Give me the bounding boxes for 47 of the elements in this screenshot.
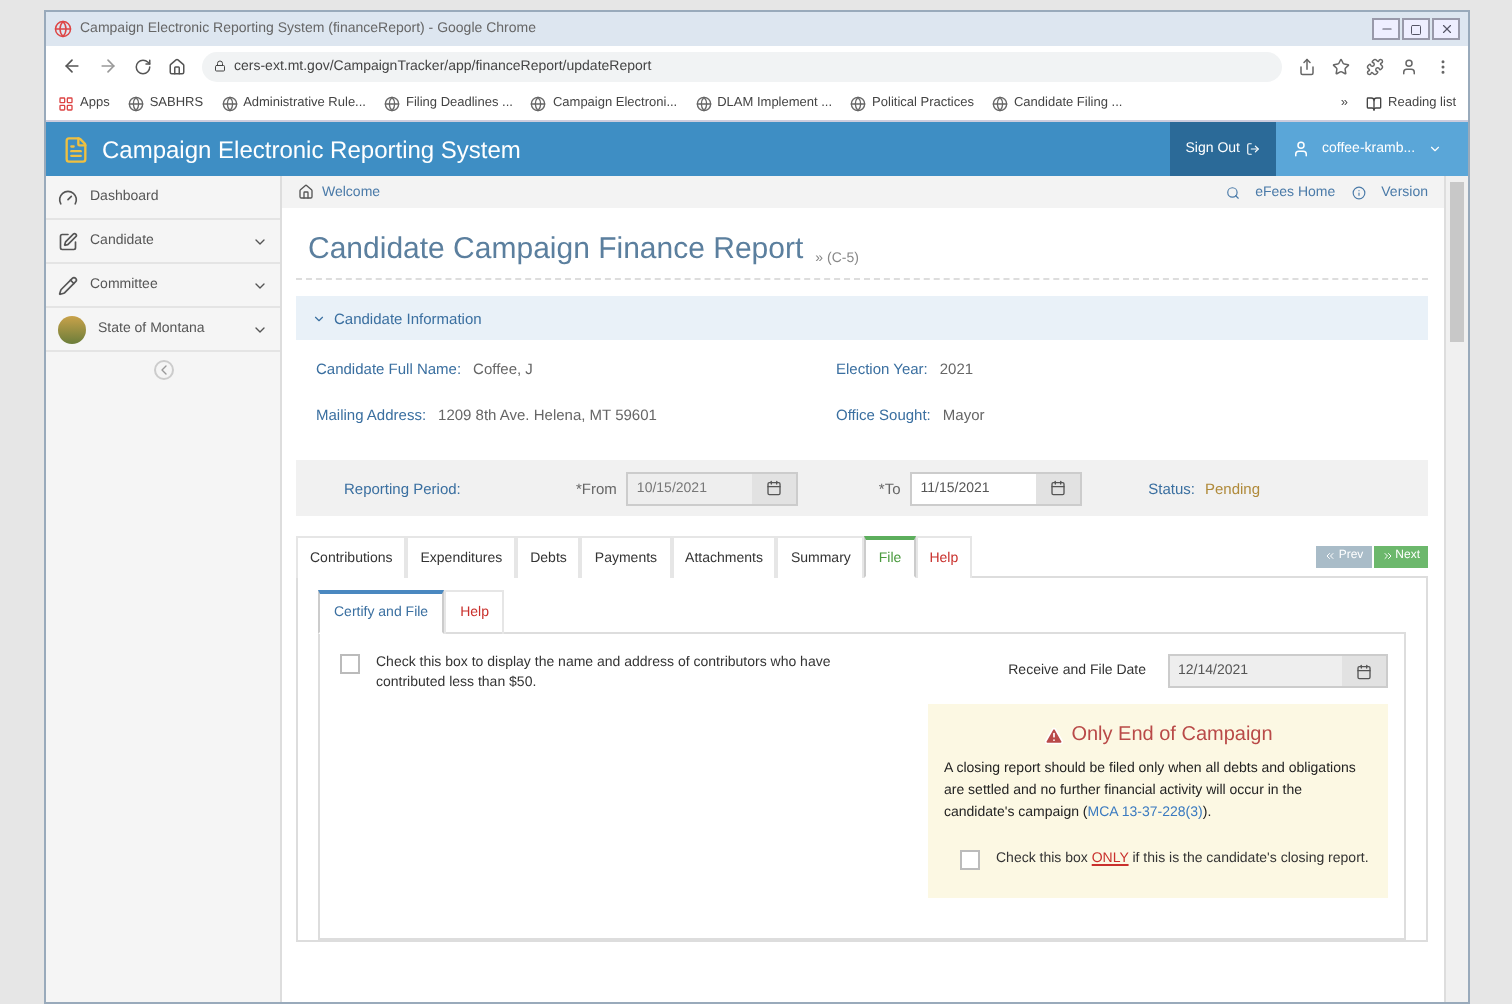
info-icon xyxy=(1351,185,1366,199)
bookmark-star-icon[interactable] xyxy=(1332,57,1350,75)
app-name: Campaign Electronic Reporting System xyxy=(102,135,521,163)
globe-icon xyxy=(383,95,400,111)
calendar-icon xyxy=(766,480,783,496)
back-icon[interactable] xyxy=(62,56,82,76)
home-icon xyxy=(298,184,314,200)
calendar-icon xyxy=(1356,663,1372,679)
chevrons-right-icon xyxy=(1381,550,1394,562)
maximize-icon xyxy=(1410,23,1422,35)
globe-icon xyxy=(127,95,144,111)
extensions-icon[interactable] xyxy=(1366,57,1384,75)
checkbox[interactable] xyxy=(960,849,980,870)
share-icon[interactable] xyxy=(1298,57,1316,75)
apps-grid-icon xyxy=(58,95,74,111)
book-icon xyxy=(1366,95,1383,111)
reload-icon[interactable] xyxy=(134,57,152,75)
globe-icon xyxy=(221,95,238,111)
lock-icon xyxy=(214,60,226,72)
chevrons-left-icon xyxy=(1324,550,1337,562)
sidebar-icon xyxy=(58,231,78,251)
sidebar-icon xyxy=(58,187,78,207)
minimize-icon xyxy=(1379,22,1393,36)
user-icon xyxy=(1292,140,1310,158)
globe-icon xyxy=(530,95,547,111)
globe-icon xyxy=(850,95,867,111)
warning-title: Only End of Campaign xyxy=(1071,724,1273,746)
forward-icon[interactable] xyxy=(98,56,118,76)
globe-icon xyxy=(991,95,1008,111)
chevron-icon xyxy=(312,311,326,325)
home-icon[interactable] xyxy=(168,57,186,75)
warning-icon xyxy=(1043,725,1064,745)
maximize-button[interactable] xyxy=(1402,18,1430,40)
checkbox[interactable] xyxy=(340,654,360,674)
globe-icon xyxy=(695,95,712,111)
search-icon xyxy=(1225,185,1240,199)
app-logo-icon xyxy=(62,135,90,163)
calendar-icon xyxy=(1050,480,1067,496)
profile-icon[interactable] xyxy=(1400,57,1418,75)
browser-logo-icon xyxy=(54,20,72,38)
caret-icon xyxy=(1427,142,1442,156)
close-icon xyxy=(1439,22,1453,36)
seal-icon xyxy=(58,315,86,343)
close-button[interactable] xyxy=(1432,18,1460,40)
sidebar-icon xyxy=(58,275,78,295)
page-heading: Candidate Campaign Finance Report xyxy=(308,232,804,266)
sign-out-icon xyxy=(1246,142,1260,156)
